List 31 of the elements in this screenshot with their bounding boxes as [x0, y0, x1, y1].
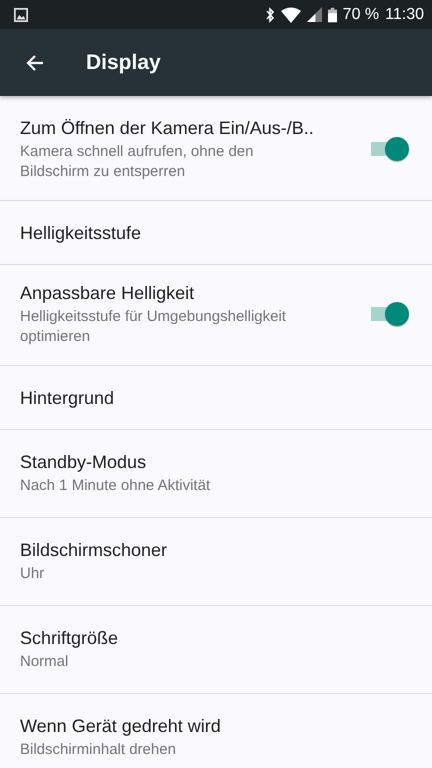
battery-icon [328, 6, 337, 22]
settings-item[interactable]: Helligkeitsstufe [0, 201, 432, 265]
item-summary: Helligkeitsstufe für Umgebungshelligkeit optimieren [20, 307, 287, 347]
settings-item[interactable]: Bildschirmschoner Uhr [0, 518, 432, 606]
signal-icon [306, 7, 322, 22]
item-summary: Normal [20, 652, 70, 672]
item-summary: Uhr [20, 564, 46, 584]
settings-item[interactable]: Hintergrund [0, 366, 432, 430]
image-icon [14, 8, 28, 22]
item-title: Helligkeitsstufe [20, 222, 142, 244]
settings-item[interactable]: Anpassbare Helligkeit Helligkeitsstufe für Umgebungshelligkeit optimieren [0, 265, 432, 366]
item-title: Wenn Gerät gedreht wird [20, 714, 222, 738]
item-title: Zum Öffnen der Kamera Ein/Aus-/B.. [20, 117, 315, 140]
settings-item[interactable]: Wenn Gerät gedreht wird Bildschirminhalt drehen [0, 694, 432, 768]
bluetooth-icon [264, 6, 275, 22]
back-arrow-icon [25, 52, 45, 72]
settings-item[interactable]: Standby-Modus Nach 1 Minute ohne Aktivität [0, 430, 432, 518]
item-title: Hintergrund [20, 386, 116, 410]
settings-item[interactable]: Zum Öffnen der Kamera Ein/Aus-/B.. Kamera schnell aufrufen, ohne den Bildschirm zu entsperren [0, 100, 432, 201]
item-title: Bildschirmschoner [20, 538, 168, 562]
item-title: Anpassbare Helligkeit [20, 282, 196, 305]
item-title: Standby-Modus [20, 450, 148, 474]
battery-level: 70 % [342, 6, 380, 24]
item-summary: Nach 1 Minute ohne Aktivität [20, 476, 212, 496]
item-title: Schriftgröße [20, 626, 120, 650]
screen-title: Display [86, 50, 161, 74]
wifi-icon [280, 6, 301, 22]
item-summary: Kamera schnell aufrufen, ohne den Bildschirm zu entsperren [20, 142, 254, 182]
item-summary: Bildschirminhalt drehen [20, 740, 177, 760]
settings-item[interactable]: Schriftgröße Normal [0, 606, 432, 694]
clock: 11:30 [385, 6, 424, 24]
